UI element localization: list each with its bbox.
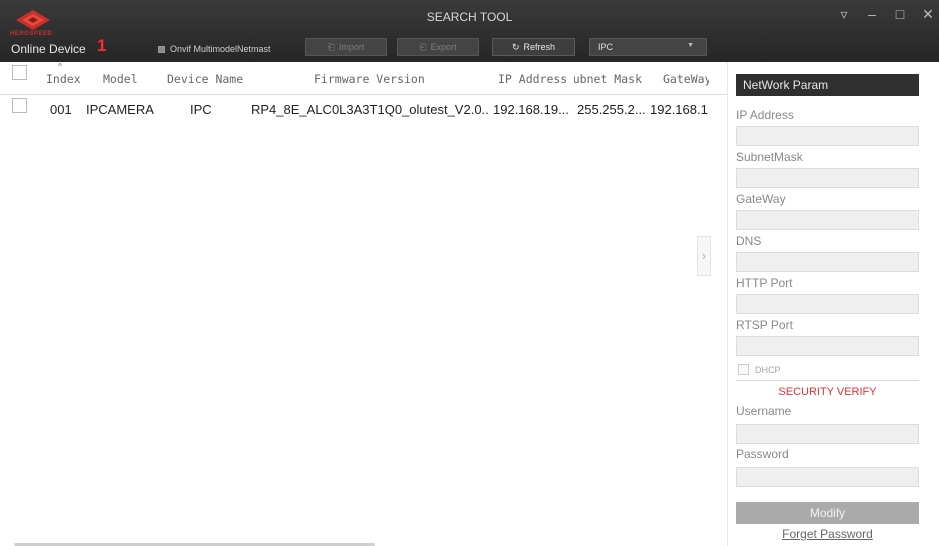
title-bar: HEROSPEED SEARCH TOOL ▿ – □ ✕ Online Dev… — [0, 0, 939, 62]
http-port-input[interactable] — [736, 294, 919, 314]
window-title: SEARCH TOOL — [426, 10, 513, 24]
column-firmware-version[interactable]: Firmware Version — [314, 72, 444, 86]
select-all-checkbox[interactable] — [12, 65, 27, 80]
forget-password-link[interactable]: Forget Password — [736, 527, 919, 541]
refresh-icon: ↻ — [511, 41, 520, 52]
device-type-select[interactable]: IPC ▼ — [589, 38, 707, 56]
device-type-value: IPC — [598, 42, 614, 52]
column-gateway[interactable]: GateWay — [663, 72, 709, 86]
online-device-count: 1 — [97, 36, 107, 55]
cell-gateway: 192.168.1 — [650, 102, 708, 117]
rtsp-port-input[interactable] — [736, 336, 919, 356]
table-header: ^ Index Model Device Name Firmware Versi… — [0, 62, 727, 95]
subnet-mask-input[interactable] — [736, 168, 919, 188]
maximize-icon[interactable]: □ — [893, 6, 907, 23]
dns-label: DNS — [736, 234, 762, 248]
table-row[interactable]: 001 IPCAMERA IPC RP4_8E_ALC0L3A3T1Q0_olu… — [0, 95, 727, 121]
window-controls: ▿ – □ ✕ — [837, 6, 935, 23]
dhcp-checkbox[interactable] — [738, 364, 749, 375]
refresh-label: Refresh — [523, 42, 556, 52]
cell-ip: 192.168.19... — [493, 102, 569, 117]
onvif-label: Onvif MultimodelNetmast — [170, 44, 271, 54]
section-divider — [736, 380, 919, 381]
password-input[interactable] — [736, 467, 919, 487]
export-button[interactable]: ⎗ Export — [397, 38, 479, 56]
minimize-icon[interactable]: – — [865, 6, 879, 23]
cell-device-name: IPC — [190, 102, 212, 117]
username-input[interactable] — [736, 424, 919, 444]
dhcp-option[interactable]: DHCP — [738, 364, 781, 375]
panel-toggle-chevron-icon[interactable]: › — [697, 236, 711, 276]
username-label: Username — [736, 404, 792, 418]
security-verify-title: SECURITY VERIFY — [778, 386, 877, 398]
refresh-button[interactable]: ↻ Refresh — [492, 38, 575, 56]
onvif-checkbox[interactable] — [158, 45, 165, 53]
ip-address-label: IP Address — [736, 108, 794, 122]
ip-address-input[interactable] — [736, 126, 919, 146]
close-icon[interactable]: ✕ — [921, 6, 935, 23]
modify-button[interactable]: Modify — [736, 502, 919, 524]
gateway-input[interactable] — [736, 210, 919, 230]
cell-firmware: RP4_8E_ALC0L3A3T1Q0_olutest_V2.0.... — [251, 102, 489, 117]
column-ip-address[interactable]: IP Address — [498, 72, 570, 86]
panel-title: NetWork Param — [736, 74, 919, 96]
chevron-down-icon: ▼ — [687, 42, 694, 49]
column-model[interactable]: Model — [103, 72, 149, 86]
sort-up-icon: ^ — [58, 62, 62, 71]
column-index[interactable]: Index — [46, 72, 86, 86]
row-checkbox[interactable] — [12, 98, 27, 113]
import-icon: ⎗ — [327, 41, 335, 52]
export-icon: ⎗ — [419, 41, 427, 52]
cell-model: IPCAMERA — [86, 102, 154, 117]
menu-dropdown-icon[interactable]: ▿ — [837, 6, 851, 23]
cell-index: 001 — [50, 102, 72, 117]
cell-subnet: 255.255.2... — [577, 102, 645, 117]
column-subnet-mask[interactable]: Subnet Mask — [574, 72, 642, 86]
online-device-label: Online Device — [11, 42, 86, 56]
http-port-label: HTTP Port — [736, 276, 793, 290]
export-label: Export — [430, 42, 457, 52]
device-table: ^ Index Model Device Name Firmware Versi… — [0, 62, 727, 546]
column-device-name[interactable]: Device Name — [167, 72, 247, 86]
network-param-panel: NetWork Param IP Address SubnetMask Gate… — [728, 62, 939, 546]
import-label: Import — [338, 42, 365, 52]
password-label: Password — [736, 447, 789, 461]
onvif-option[interactable]: Onvif MultimodelNetmast — [158, 44, 271, 54]
brand-text: HEROSPEED — [10, 31, 53, 37]
subnet-mask-label: SubnetMask — [736, 150, 803, 164]
import-button[interactable]: ⎗ Import — [305, 38, 387, 56]
dhcp-label: DHCP — [755, 364, 781, 375]
dns-input[interactable] — [736, 252, 919, 272]
gateway-label: GateWay — [736, 192, 786, 206]
rtsp-port-label: RTSP Port — [736, 318, 793, 332]
